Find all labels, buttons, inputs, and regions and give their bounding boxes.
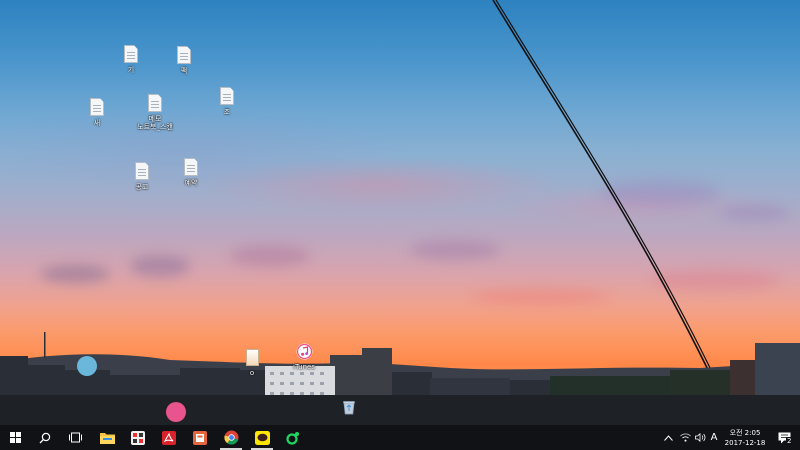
file-icon — [245, 349, 259, 366]
network-button[interactable] — [677, 425, 693, 450]
recycle-bin[interactable] — [340, 398, 358, 416]
blue-dot — [77, 356, 97, 376]
desktop-icon-label: 메모 노트북_스캔 — [137, 115, 173, 131]
taskbar-app-powerpoint[interactable] — [185, 425, 215, 450]
recycle-bin-icon — [343, 401, 355, 415]
document-icon — [148, 94, 162, 112]
desktop-icon-doc[interactable]: 새 — [67, 98, 127, 127]
taskbar-app-kakaotalk[interactable] — [247, 425, 277, 450]
skyline-foreground — [0, 395, 800, 425]
powerpoint-icon — [193, 430, 207, 445]
desktop-icon-file[interactable]: o — [222, 349, 282, 377]
taskbar: A 오전 2:05 2017-12-18 2 — [0, 425, 800, 450]
antenna — [44, 332, 46, 358]
document-icon — [135, 162, 149, 180]
power-line — [492, 0, 713, 379]
windows-logo-icon — [9, 432, 21, 443]
chrome-icon — [223, 430, 238, 445]
desktop-icon-doc[interactable]: 조 — [197, 87, 257, 116]
clock-button[interactable]: 오전 2:05 2017-12-18 — [722, 427, 768, 449]
input-method-indicator[interactable]: A — [706, 425, 722, 450]
search-icon — [39, 432, 51, 443]
desktop-icon-doc[interactable]: 메모 노트북_스캔 — [125, 94, 185, 131]
start-button[interactable] — [0, 425, 30, 450]
desktop-icon-label: 새 — [93, 119, 101, 127]
acrobat-icon — [162, 430, 176, 445]
taskbar-app-photo[interactable] — [123, 425, 153, 450]
itunes-icon — [296, 343, 312, 360]
taskbar-app-green[interactable] — [278, 425, 308, 450]
chevron-up-icon — [663, 434, 673, 441]
action-center-button[interactable]: 2 — [770, 425, 798, 450]
desktop-wallpaper: 기 팩 새 메모 노트북_스캔 조 공고 예약 o iTunes — [0, 0, 800, 425]
taskbar-app-adobe-acrobat[interactable] — [154, 425, 184, 450]
green-app-icon — [286, 431, 299, 445]
pink-dot — [166, 402, 186, 422]
desktop-icon-label: 팩 — [180, 67, 188, 75]
task-view-button[interactable] — [60, 425, 90, 450]
show-hidden-icons-button[interactable] — [660, 425, 676, 450]
photo-app-icon — [131, 430, 145, 445]
task-view-icon — [68, 432, 82, 443]
desktop-icon-doc[interactable]: 팩 — [154, 46, 214, 75]
document-icon — [184, 158, 198, 176]
desktop-icon-itunes[interactable]: iTunes — [274, 343, 334, 371]
desktop-icon-label: 조 — [223, 108, 231, 116]
folder-icon — [99, 433, 115, 444]
notification-count-badge: 2 — [786, 437, 793, 445]
desktop-icon-label: 예약 — [184, 179, 198, 187]
search-button[interactable] — [30, 425, 60, 450]
wifi-icon — [679, 433, 691, 442]
clock-date: 2017-12-18 — [724, 439, 766, 447]
desktop-icon-doc[interactable]: 예약 — [161, 158, 221, 187]
kakaotalk-icon — [254, 430, 270, 445]
desktop-icon-doc[interactable]: 기 — [101, 45, 161, 74]
speaker-icon — [694, 433, 705, 442]
desktop-icon-label: o — [249, 369, 255, 377]
document-icon — [177, 46, 191, 64]
clock-time: 오전 2:05 — [729, 429, 761, 437]
document-icon — [220, 87, 234, 105]
document-icon — [90, 98, 104, 116]
taskbar-app-file-explorer[interactable] — [92, 425, 122, 450]
document-icon — [124, 45, 138, 63]
desktop-icon-label: iTunes — [293, 363, 315, 371]
taskbar-app-chrome[interactable] — [216, 425, 246, 450]
desktop-icon-label: 기 — [127, 66, 135, 74]
